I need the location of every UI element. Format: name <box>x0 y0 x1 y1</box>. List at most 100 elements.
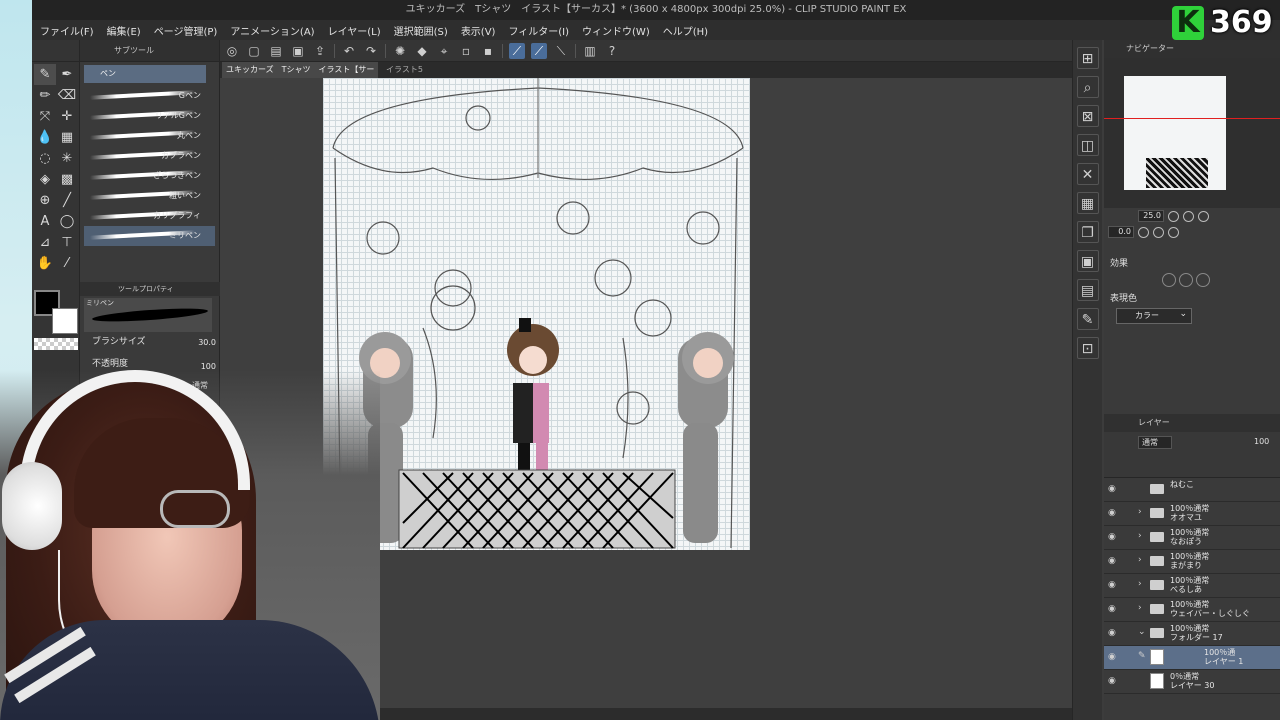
collapse-chevron-icon[interactable]: ⌄ <box>1138 627 1146 637</box>
save-icon[interactable]: ▣ <box>290 43 306 59</box>
search-icon[interactable]: ⌕ <box>1076 76 1099 98</box>
brush-tool-icon[interactable]: ✒ <box>56 64 78 85</box>
rotation-value[interactable]: 0.0 <box>1108 226 1134 238</box>
brush-item[interactable]: Gペン <box>84 86 215 106</box>
help-bubble-icon[interactable]: ? <box>604 43 620 59</box>
menu-layer[interactable]: レイヤー(L) <box>328 23 381 38</box>
pen-tool-icon[interactable]: ✎ <box>34 64 56 85</box>
grid-icon[interactable]: ▦ <box>1076 192 1099 214</box>
magic-wand-icon[interactable]: ✳ <box>56 148 78 169</box>
visibility-eye-icon[interactable]: ◉ <box>1108 604 1118 614</box>
expand-chevron-icon[interactable]: › <box>1138 603 1142 613</box>
correct-line-tool-icon[interactable]: ⊤ <box>56 232 78 253</box>
display-color-select[interactable]: カラー <box>1116 307 1192 324</box>
layer-row[interactable]: ◉ ⌄ 100％通常 フォルダー 17 <box>1104 622 1280 646</box>
fill-tool-icon[interactable]: ◈ <box>34 169 56 190</box>
brush-item[interactable]: カリグラフィ <box>84 206 215 226</box>
layer-row[interactable]: ◉ › 100％通常 べるしあ <box>1104 574 1280 598</box>
eyedropper-tool-icon[interactable]: ⁄ <box>56 253 78 274</box>
layer-row[interactable]: ◉ › 100％通常 なおぽう <box>1104 526 1280 550</box>
menu-file[interactable]: ファイル(F) <box>40 23 94 38</box>
hand-tool-icon[interactable]: ✋ <box>34 253 56 274</box>
layer-blend-mode[interactable]: 通常 <box>1138 436 1172 449</box>
rotate-right-icon[interactable] <box>1153 226 1164 238</box>
snap-grid-icon[interactable]: ⟍ <box>553 43 569 59</box>
layer-row-selected[interactable]: ◉ ✎ 100％通 レイヤー 1 <box>1104 646 1280 670</box>
layer-row[interactable]: ◉ › 100％通常 まがまり <box>1104 550 1280 574</box>
clip-studio-icon[interactable]: ◎ <box>224 43 240 59</box>
layer-row[interactable]: ◉ ねむこ <box>1104 478 1280 502</box>
export-icon[interactable]: ⇪ <box>312 43 328 59</box>
visibility-eye-icon[interactable]: ◉ <box>1108 508 1118 518</box>
eraser-tool-icon[interactable]: ⌫ <box>56 85 78 106</box>
balloon-tool-icon[interactable]: ◯ <box>56 211 78 232</box>
visibility-eye-icon[interactable]: ◉ <box>1108 628 1118 638</box>
menu-window[interactable]: ウィンドウ(W) <box>582 23 650 38</box>
brush-item-selected[interactable]: ミリペン <box>84 226 215 246</box>
sub-color-swatch[interactable] <box>52 308 78 334</box>
layer-opacity[interactable]: 100 <box>1254 437 1269 446</box>
subtool-group-tab[interactable]: ペン <box>84 65 206 83</box>
tone-effect-icon[interactable] <box>1179 273 1193 287</box>
visibility-eye-icon[interactable]: ◉ <box>1108 484 1118 494</box>
brush-item[interactable]: カブラペン <box>84 146 215 166</box>
fit-icon[interactable] <box>1198 210 1209 222</box>
history-icon[interactable]: ⊡ <box>1076 337 1099 359</box>
camera-icon[interactable]: ◫ <box>1076 134 1099 156</box>
expand-chevron-icon[interactable]: › <box>1138 555 1142 565</box>
selection-off-icon[interactable]: ▫ <box>458 43 474 59</box>
copy-icon[interactable]: ❐ <box>1076 221 1099 243</box>
tab-illustration5[interactable]: イラスト5 <box>382 62 462 78</box>
zoom-in-icon[interactable] <box>1168 210 1179 222</box>
menu-filter[interactable]: フィルター(I) <box>508 23 569 38</box>
lasso-tool-icon[interactable]: ◌ <box>34 148 56 169</box>
close-panel-icon[interactable]: ✕ <box>1076 163 1099 185</box>
line-tool-icon[interactable]: ╱ <box>56 190 78 211</box>
visibility-eye-icon[interactable]: ◉ <box>1108 652 1118 662</box>
expand-chevron-icon[interactable]: › <box>1138 507 1142 517</box>
visibility-eye-icon[interactable]: ◉ <box>1108 556 1118 566</box>
material-icon[interactable]: ⊠ <box>1076 105 1099 127</box>
operation-tool-icon[interactable]: ⤧ <box>34 106 56 127</box>
menu-view[interactable]: 表示(V) <box>461 23 496 38</box>
redo-icon[interactable]: ↷ <box>363 43 379 59</box>
invert-selection-icon[interactable]: ▪ <box>480 43 496 59</box>
sub-view-icon[interactable]: ⊞ <box>1076 47 1099 69</box>
menu-selection[interactable]: 選択範囲(S) <box>394 23 448 38</box>
expand-chevron-icon[interactable]: › <box>1138 579 1142 589</box>
menu-edit[interactable]: 編集(E) <box>107 23 141 38</box>
visibility-eye-icon[interactable]: ◉ <box>1108 676 1118 686</box>
navigator-view[interactable] <box>1104 58 1280 208</box>
reset-rotation-icon[interactable] <box>1168 226 1179 238</box>
tab-circus-illustration[interactable]: ユキッカーズ Tシャツ イラスト【サーカス】* <box>222 62 378 90</box>
menu-animation[interactable]: アニメーション(A) <box>230 23 314 38</box>
snap-ruler-icon[interactable]: ⟋ <box>509 42 525 59</box>
undo-icon[interactable]: ↶ <box>341 43 357 59</box>
open-folder-icon[interactable]: ▤ <box>268 43 284 59</box>
fill-icon[interactable]: ◆ <box>414 43 430 59</box>
text-tool-icon[interactable]: A <box>34 211 56 232</box>
layer-color-icon[interactable] <box>1196 273 1210 287</box>
rotate-left-icon[interactable] <box>1138 226 1149 238</box>
transparent-color-swatch[interactable] <box>34 338 78 350</box>
memo-icon[interactable]: ▥ <box>582 43 598 59</box>
layer-row[interactable]: ◉ › 100％通常 オオマユ <box>1104 502 1280 526</box>
transform-icon[interactable]: ⌖ <box>436 43 452 59</box>
border-effect-icon[interactable] <box>1162 273 1176 287</box>
illustration-canvas[interactable] <box>323 78 750 550</box>
layer-row[interactable]: ◉ 0％通常 レイヤー 30 <box>1104 670 1280 694</box>
move-tool-icon[interactable]: ✛ <box>56 106 78 127</box>
snap-special-ruler-icon[interactable]: ⟋ <box>531 42 547 59</box>
brush-item[interactable]: リアルGペン <box>84 106 215 126</box>
clear-icon[interactable]: ✺ <box>392 43 408 59</box>
brush-size-value[interactable]: 30.0 <box>180 338 216 352</box>
new-file-icon[interactable]: ▢ <box>246 43 262 59</box>
zoom-out-icon[interactable] <box>1183 210 1194 222</box>
brush-item[interactable]: ざらつきペン <box>84 166 215 186</box>
blend-tool-icon[interactable]: 💧 <box>34 127 56 148</box>
image-icon[interactable]: ▣ <box>1076 250 1099 272</box>
expand-chevron-icon[interactable]: › <box>1138 531 1142 541</box>
menu-help[interactable]: ヘルプ(H) <box>663 23 708 38</box>
frame-tool-icon[interactable]: ▦ <box>56 127 78 148</box>
gradient-tool-icon[interactable]: ▩ <box>56 169 78 190</box>
